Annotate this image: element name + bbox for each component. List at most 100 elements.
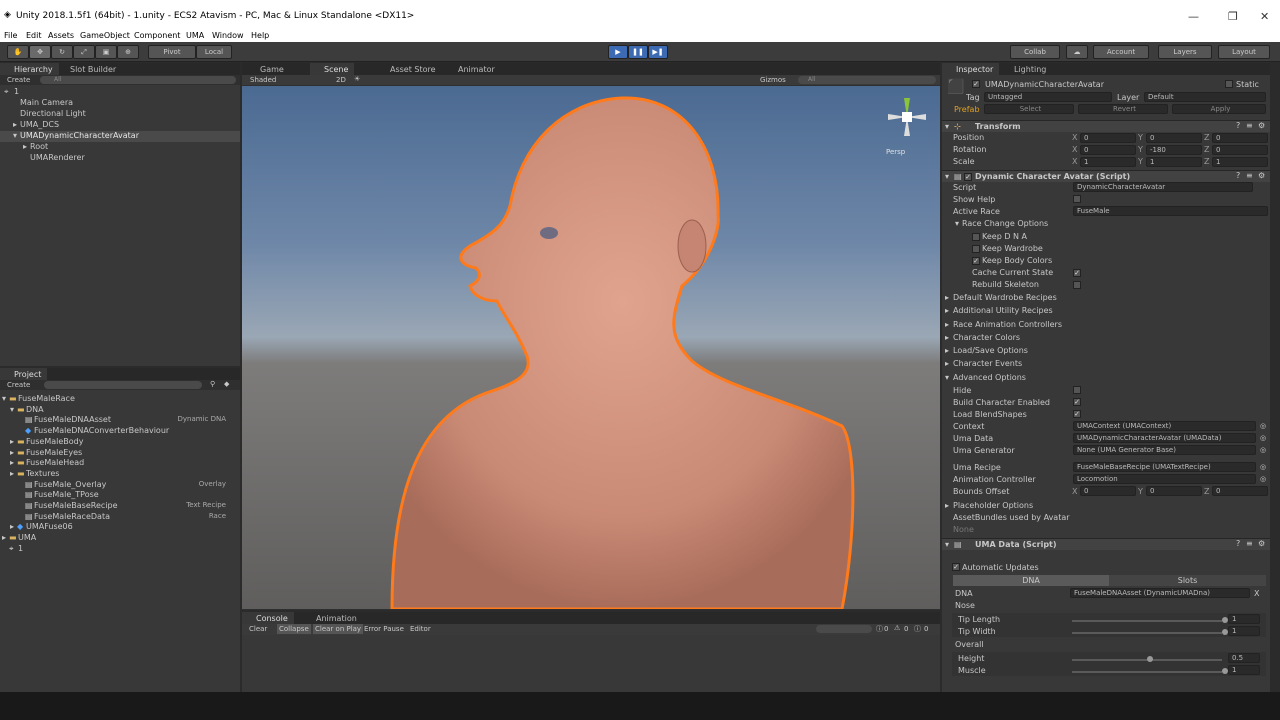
- project-item[interactable]: ▤ FuseMaleRaceData Race: [0, 512, 240, 523]
- hierarchy-item[interactable]: ▸ UMA_DCS: [0, 120, 240, 131]
- recipe-field[interactable]: FuseMaleBaseRecipe (UMATextRecipe): [1073, 462, 1256, 472]
- foldout-icon[interactable]: ▸: [10, 437, 14, 446]
- object-picker-icon[interactable]: ◎: [1260, 446, 1266, 454]
- layer-dropdown[interactable]: Default: [1144, 92, 1266, 102]
- project-item[interactable]: ▸ ▬ FuseMaleBody: [0, 437, 240, 448]
- project-item[interactable]: ▤ FuseMale_TPose: [0, 490, 240, 501]
- tag-dropdown[interactable]: Untagged: [984, 92, 1112, 102]
- menu-component[interactable]: Component: [134, 31, 180, 40]
- hierarchy-item[interactable]: Main Camera: [0, 98, 240, 109]
- tab-slots[interactable]: Slots: [1109, 575, 1266, 586]
- bounds-x-field[interactable]: 0: [1080, 486, 1136, 496]
- keep-wardrobe-checkbox[interactable]: [972, 245, 980, 253]
- rebuild-skeleton-checkbox[interactable]: [1073, 281, 1081, 289]
- tab-slot-builder[interactable]: Slot Builder: [56, 63, 122, 75]
- hierarchy-search-input[interactable]: All: [40, 76, 236, 84]
- filter-icon[interactable]: ⚲: [210, 380, 215, 388]
- transform-tool-icon[interactable]: ⊕: [117, 45, 139, 59]
- preset-icon[interactable]: ≡: [1246, 171, 1253, 180]
- minimize-icon[interactable]: —: [1188, 10, 1199, 23]
- foldout-down-icon[interactable]: ▾: [945, 540, 949, 549]
- menu-window[interactable]: Window: [212, 31, 244, 40]
- scale-z-field[interactable]: 1: [1212, 157, 1268, 167]
- collab-button[interactable]: Collab: [1010, 45, 1060, 59]
- collapse-button[interactable]: Collapse: [277, 624, 311, 634]
- anim-controller-field[interactable]: Locomotion: [1073, 474, 1256, 484]
- menu-assets[interactable]: Assets: [48, 31, 74, 40]
- keep-body-colors-checkbox[interactable]: ✓: [972, 257, 980, 265]
- show-help-checkbox[interactable]: [1073, 195, 1081, 203]
- scene-row[interactable]: ⌖ 1: [0, 87, 240, 98]
- object-picker-icon[interactable]: ◎: [1260, 422, 1266, 430]
- tab-asset-store[interactable]: Asset Store: [376, 63, 442, 75]
- gear-icon[interactable]: ⚙: [1258, 539, 1265, 548]
- project-item[interactable]: ▾ ▬ DNA: [0, 405, 240, 416]
- preset-icon[interactable]: ≡: [1246, 539, 1253, 548]
- hand-tool-icon[interactable]: ✋: [7, 45, 29, 59]
- gizmos-dropdown[interactable]: Gizmos: [760, 76, 786, 84]
- project-create-button[interactable]: Create: [7, 381, 30, 389]
- lighting-icon[interactable]: ☀: [354, 75, 360, 83]
- project-item[interactable]: ▸ ▬ UMA: [0, 533, 240, 544]
- prefab-apply-button[interactable]: Apply: [1172, 104, 1266, 114]
- bounds-y-field[interactable]: 0: [1146, 486, 1202, 496]
- build-enabled-checkbox[interactable]: ✓: [1073, 398, 1081, 406]
- foldout-right-icon[interactable]: ▸: [945, 293, 949, 302]
- tip-length-slider[interactable]: [1072, 620, 1222, 622]
- scene-search-input[interactable]: All: [798, 76, 936, 84]
- foldout-right-icon[interactable]: ▸: [23, 142, 27, 151]
- gear-icon[interactable]: ⚙: [1258, 121, 1265, 130]
- foldout-icon[interactable]: ▸: [10, 469, 14, 478]
- pivot-button[interactable]: Pivot: [148, 45, 196, 59]
- foldout-right-icon[interactable]: ▸: [945, 359, 949, 368]
- foldout-down-icon[interactable]: ▾: [945, 122, 949, 131]
- layers-button[interactable]: Layers: [1158, 45, 1212, 59]
- help-icon[interactable]: ?: [1236, 539, 1240, 548]
- foldout-icon[interactable]: ▸: [2, 533, 6, 542]
- foldout-label[interactable]: Character Colors: [953, 333, 1020, 342]
- scale-tool-icon[interactable]: ⤢: [73, 45, 95, 59]
- dca-enabled-checkbox[interactable]: ✓: [964, 173, 972, 181]
- foldout-down-icon[interactable]: ▾: [955, 219, 959, 228]
- shading-mode-dropdown[interactable]: Shaded: [250, 76, 276, 84]
- layout-button[interactable]: Layout: [1218, 45, 1270, 59]
- help-icon[interactable]: ?: [1236, 121, 1240, 130]
- tab-console[interactable]: Console: [242, 612, 294, 624]
- play-icon[interactable]: ▶: [608, 45, 628, 59]
- dca-header[interactable]: ▾ ▤ ✓ Dynamic Character Avatar (Script) …: [942, 170, 1270, 182]
- foldout-label[interactable]: Race Animation Controllers: [953, 320, 1062, 329]
- load-blendshapes-checkbox[interactable]: ✓: [1073, 410, 1081, 418]
- height-knob[interactable]: [1147, 656, 1153, 662]
- keep-dna-checkbox[interactable]: [972, 233, 980, 241]
- pause-icon[interactable]: ❚❚: [628, 45, 648, 59]
- object-picker-icon[interactable]: ◎: [1260, 475, 1266, 483]
- project-item[interactable]: ▸ ◆ UMAFuse06: [0, 522, 240, 533]
- foldout-right-icon[interactable]: ▸: [13, 120, 17, 129]
- foldout-icon[interactable]: ▸: [10, 448, 14, 457]
- project-item[interactable]: ▤ FuseMale_Overlay Overlay: [0, 480, 240, 491]
- dna-remove-button[interactable]: X: [1254, 589, 1259, 598]
- hierarchy-item-selected[interactable]: ▾ UMADynamicCharacterAvatar: [0, 131, 240, 142]
- tab-animation[interactable]: Animation: [302, 612, 363, 624]
- hierarchy-item[interactable]: Directional Light: [0, 109, 240, 120]
- foldout-right-icon[interactable]: ▸: [945, 333, 949, 342]
- menu-gameobject[interactable]: GameObject: [80, 31, 130, 40]
- prefab-revert-button[interactable]: Revert: [1078, 104, 1168, 114]
- rotate-tool-icon[interactable]: ↻: [51, 45, 73, 59]
- tab-dna[interactable]: DNA: [953, 575, 1109, 586]
- active-checkbox[interactable]: ✓: [972, 80, 980, 88]
- foldout-right-icon[interactable]: ▸: [945, 306, 949, 315]
- menu-file[interactable]: File: [4, 31, 17, 40]
- tab-lighting[interactable]: Lighting: [1000, 63, 1052, 75]
- rect-tool-icon[interactable]: ▣: [95, 45, 117, 59]
- dna-asset-dropdown[interactable]: FuseMaleDNAAsset (DynamicUMADna): [1070, 588, 1250, 598]
- foldout-icon[interactable]: ▾: [2, 394, 6, 403]
- rotation-y-field[interactable]: -180: [1146, 145, 1202, 155]
- foldout-right-icon[interactable]: ▸: [945, 346, 949, 355]
- foldout-right-icon[interactable]: ▸: [945, 320, 949, 329]
- tab-inspector[interactable]: Inspector: [942, 63, 1000, 75]
- position-x-field[interactable]: 0: [1080, 133, 1136, 143]
- console-search-input[interactable]: [816, 625, 872, 633]
- menu-uma[interactable]: UMA: [186, 31, 204, 40]
- umadata-field[interactable]: UMADynamicCharacterAvatar (UMAData): [1073, 433, 1256, 443]
